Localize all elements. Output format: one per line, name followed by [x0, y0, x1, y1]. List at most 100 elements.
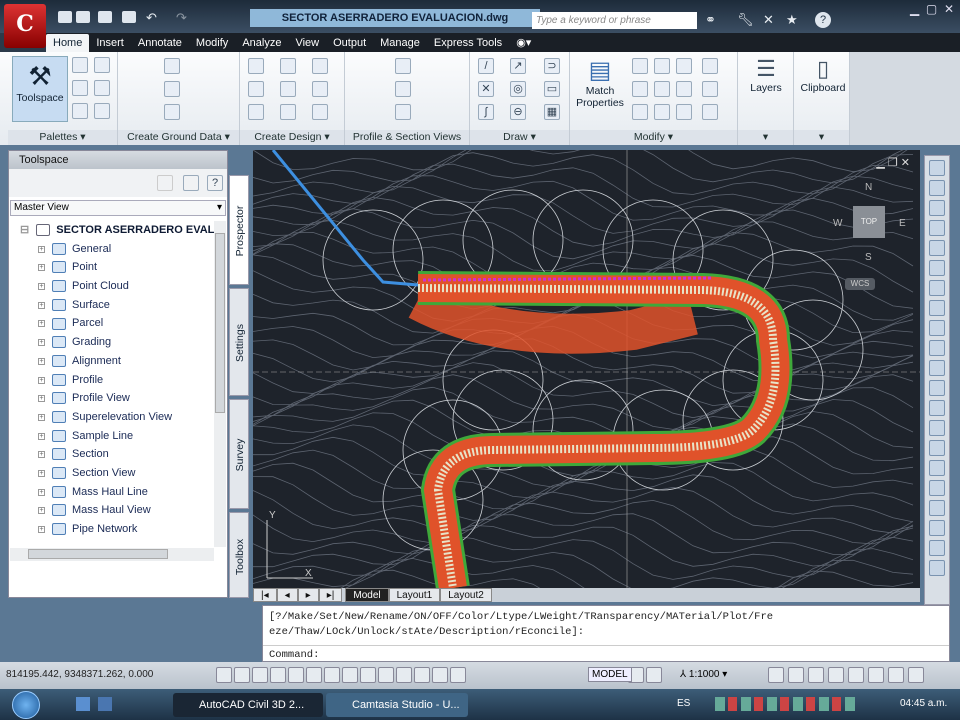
expand-icon[interactable]: +: [38, 469, 45, 477]
ellipse-icon[interactable]: ⊖: [510, 104, 526, 120]
fillet-icon[interactable]: [702, 104, 718, 120]
print-icon[interactable]: [122, 11, 136, 23]
status-tool-icon[interactable]: [888, 667, 904, 683]
viewcube-north[interactable]: N: [865, 182, 872, 193]
tab-prospector[interactable]: Prospector: [229, 175, 249, 285]
tab-analyze[interactable]: Analyze: [235, 34, 288, 53]
circle-icon[interactable]: ◎: [510, 81, 526, 97]
right-tool-icon[interactable]: [929, 520, 945, 536]
right-tool-icon[interactable]: [929, 260, 945, 276]
command-window[interactable]: [?/Make/Set/New/Rename/ON/OFF/Color/Ltyp…: [262, 605, 950, 662]
panel-label[interactable]: ▾: [794, 130, 849, 145]
right-tool-icon[interactable]: [929, 300, 945, 316]
expand-icon[interactable]: +: [38, 413, 45, 421]
polyline-icon[interactable]: ↗: [510, 58, 526, 74]
corridor-icon[interactable]: [280, 104, 296, 120]
tree-item-section[interactable]: + Section: [10, 445, 214, 464]
line-icon[interactable]: /: [478, 58, 494, 74]
tab-settings[interactable]: Settings: [229, 288, 249, 396]
expand-icon[interactable]: +: [38, 264, 45, 272]
viewcube-west[interactable]: W: [833, 218, 842, 229]
right-tool-icon[interactable]: [929, 280, 945, 296]
tab-model[interactable]: Model: [345, 588, 389, 602]
expand-icon[interactable]: +: [38, 395, 45, 403]
taskbar-item-camtasia[interactable]: Camtasia Studio - U...: [326, 693, 468, 717]
drafting-toggle-icon[interactable]: [360, 667, 376, 683]
tab-insert[interactable]: Insert: [89, 34, 131, 53]
rotate-icon[interactable]: [654, 58, 670, 74]
tree-item-profile-view[interactable]: + Profile View: [10, 389, 214, 408]
nav-first[interactable]: |◂: [253, 588, 277, 602]
language-indicator[interactable]: ES: [677, 698, 690, 709]
panel-label[interactable]: Create Ground Data ▾: [118, 130, 239, 145]
drafting-toggle-icon[interactable]: [216, 667, 232, 683]
tree-item-superelevation-view[interactable]: + Superelevation View: [10, 408, 214, 427]
scroll-thumb[interactable]: [28, 549, 168, 559]
wcs-menu[interactable]: WCS: [845, 278, 875, 290]
right-tool-icon[interactable]: [929, 380, 945, 396]
trim-icon[interactable]: [676, 58, 692, 74]
drafting-toggle-icon[interactable]: [234, 667, 250, 683]
move-icon[interactable]: [632, 58, 648, 74]
redo-icon[interactable]: ↷: [176, 10, 187, 26]
grading-icon[interactable]: [248, 104, 264, 120]
drafting-toggle-icon[interactable]: [414, 667, 430, 683]
pipe-network-icon[interactable]: [312, 104, 328, 120]
point-icon[interactable]: ✕: [478, 81, 494, 97]
palette-icon[interactable]: [72, 57, 88, 73]
tree-item-parcel[interactable]: + Parcel: [10, 314, 214, 333]
erase-icon[interactable]: [632, 104, 648, 120]
expand-icon[interactable]: +: [38, 507, 45, 515]
right-tool-icon[interactable]: [929, 400, 945, 416]
start-button[interactable]: [12, 691, 40, 719]
drafting-toggle-icon[interactable]: [252, 667, 268, 683]
intersection-icon[interactable]: [312, 58, 328, 74]
right-tool-icon[interactable]: [929, 360, 945, 376]
arc-icon[interactable]: ⊃: [544, 58, 560, 74]
copy-icon[interactable]: [702, 58, 718, 74]
restore-icon[interactable]: ❐: [888, 157, 898, 169]
tab-layout2[interactable]: Layout2: [440, 588, 492, 602]
taskbar-item-autocad[interactable]: AutoCAD Civil 3D 2...: [173, 693, 323, 717]
right-tool-icon[interactable]: [929, 500, 945, 516]
array-icon[interactable]: [676, 104, 692, 120]
right-tool-icon[interactable]: [929, 440, 945, 456]
panel-label[interactable]: Modify ▾: [570, 130, 737, 145]
drafting-toggle-icon[interactable]: [396, 667, 412, 683]
nav-next[interactable]: ▸: [297, 588, 319, 602]
right-tool-icon[interactable]: [929, 480, 945, 496]
save-icon[interactable]: [98, 11, 112, 23]
status-tool-icon[interactable]: [828, 667, 844, 683]
stretch-icon[interactable]: [654, 81, 670, 97]
nav-prev[interactable]: ◂: [276, 588, 298, 602]
wrench-icon[interactable]: 🔧︎: [737, 12, 754, 28]
tab-manage[interactable]: Manage: [373, 34, 427, 53]
expand-icon[interactable]: +: [38, 526, 45, 533]
drafting-toggle-icon[interactable]: [288, 667, 304, 683]
tree-item-grading[interactable]: + Grading: [10, 333, 214, 352]
close-icon[interactable]: ✕: [944, 2, 954, 16]
tree-horizontal-scrollbar[interactable]: [10, 548, 214, 561]
tree-item-mass-haul-line[interactable]: + Mass Haul Line: [10, 483, 214, 502]
drafting-toggle-icon[interactable]: [342, 667, 358, 683]
panel-label[interactable]: Palettes ▾: [8, 130, 117, 145]
right-tool-icon[interactable]: [929, 340, 945, 356]
feature-line-icon[interactable]: [280, 58, 296, 74]
help-icon[interactable]: ?: [815, 12, 831, 28]
exchange-icon[interactable]: ✕: [763, 12, 774, 28]
new-icon[interactable]: [58, 11, 72, 23]
alignment-icon[interactable]: [248, 81, 264, 97]
right-tool-icon[interactable]: [929, 460, 945, 476]
drawing-canvas[interactable]: N W E S TOP WCS ▁ ❐ ✕ Y X: [253, 150, 920, 588]
tree-item-pipe-network[interactable]: + Pipe Network: [10, 520, 214, 539]
status-tool-icon[interactable]: [808, 667, 824, 683]
open-icon[interactable]: [76, 11, 90, 23]
survey-icon[interactable]: [164, 104, 180, 120]
right-tool-icon[interactable]: [929, 160, 945, 176]
status-tool-icon[interactable]: [908, 667, 924, 683]
tree-item-profile[interactable]: + Profile: [10, 371, 214, 390]
right-tool-icon[interactable]: [929, 420, 945, 436]
tree-item-mass-haul-view[interactable]: + Mass Haul View: [10, 501, 214, 520]
minimize-icon[interactable]: ▁: [876, 157, 884, 169]
layers-button[interactable]: ☰ Layers: [742, 56, 790, 94]
